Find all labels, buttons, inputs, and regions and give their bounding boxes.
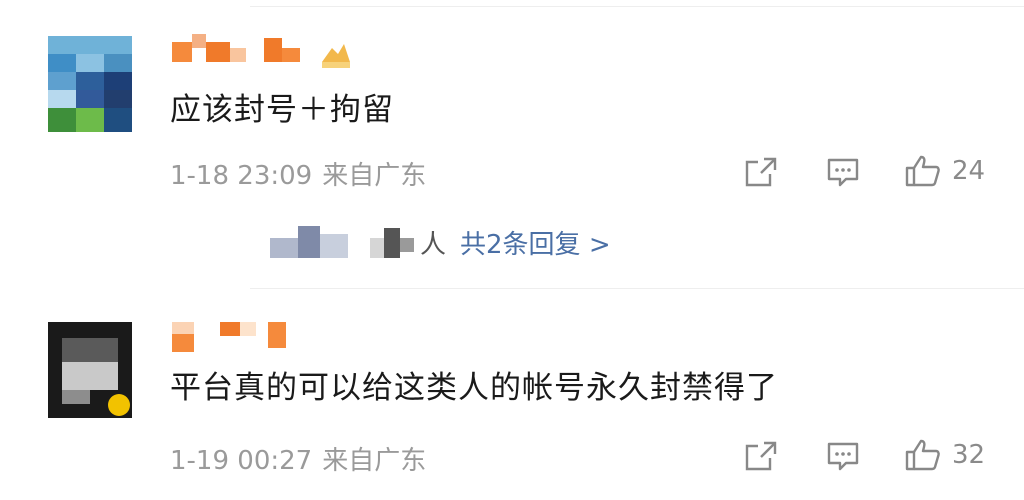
like-count: 32 xyxy=(952,440,986,470)
comment-location: 来自广东 xyxy=(322,161,427,191)
username-pixelated[interactable] xyxy=(172,318,292,352)
like-button[interactable]: 24 xyxy=(904,154,985,188)
share-icon xyxy=(745,157,777,187)
comment-button[interactable] xyxy=(826,440,860,472)
share-icon xyxy=(745,441,777,471)
comment-meta: 1-19 00:27 来自广东 xyxy=(170,440,426,477)
comment-location: 来自广东 xyxy=(322,446,427,476)
comment-text: 应该封号＋拘留 xyxy=(170,92,394,128)
comment-icon xyxy=(827,442,859,471)
thumbs-up-icon xyxy=(905,155,940,187)
like-count: 24 xyxy=(952,156,986,186)
top-divider xyxy=(250,6,1024,7)
share-button[interactable] xyxy=(744,440,778,472)
avatar[interactable] xyxy=(48,322,132,418)
view-replies-link[interactable]: 共2条回复 > xyxy=(460,224,611,261)
comment-text: 平台真的可以给这类人的帐号永久封禁得了 xyxy=(170,370,778,406)
like-button[interactable]: 32 xyxy=(904,438,985,472)
avatar[interactable] xyxy=(48,36,132,132)
comment-divider xyxy=(250,288,1024,289)
reply-users-suffix: 人 xyxy=(420,229,447,260)
comment-time: 1-18 23:09 xyxy=(170,161,313,191)
member-badge-icon xyxy=(318,40,354,70)
comment-meta: 1-18 23:09 来自广东 xyxy=(170,155,426,192)
thumbs-up-icon xyxy=(905,439,940,471)
comment-time: 1-19 00:27 xyxy=(170,446,313,476)
comment-icon xyxy=(827,158,859,187)
reply-summary[interactable]: 人 共2条回复 > xyxy=(270,222,611,262)
comment-button[interactable] xyxy=(826,156,860,188)
reply-users-pixelated xyxy=(270,224,420,260)
share-button[interactable] xyxy=(744,156,778,188)
